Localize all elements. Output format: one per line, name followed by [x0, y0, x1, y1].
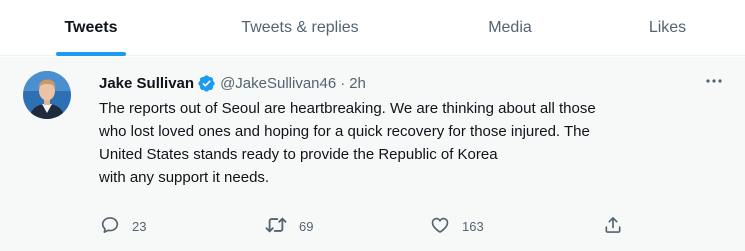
more-options-icon[interactable]: [700, 71, 728, 91]
tweet-text-line: The reports out of Seoul are heartbreaki…: [99, 100, 596, 117]
retweet-button[interactable]: 69: [265, 216, 313, 236]
share-icon: [603, 215, 623, 238]
tweet-text: The reports out of Seoul are heartbreaki…: [99, 97, 729, 189]
tab-tweets-label: Tweets: [64, 19, 118, 36]
verified-badge-icon: [197, 74, 216, 93]
avatar[interactable]: [23, 71, 71, 119]
tweet-text-line: who lost loved ones and hoping for a qui…: [99, 123, 590, 140]
tweet-timestamp[interactable]: 2h: [349, 75, 366, 92]
tweet-text-line: United States stands ready to provide th…: [99, 146, 498, 163]
tweet-header: Jake Sullivan @JakeSullivan46 · 2h: [99, 73, 366, 93]
avatar-image: [23, 71, 71, 119]
tab-likes[interactable]: Likes: [620, 0, 715, 56]
like-icon: [430, 215, 450, 238]
tab-likes-label: Likes: [648, 19, 687, 36]
tweet[interactable]: Jake Sullivan @JakeSullivan46 · 2h The r…: [0, 57, 745, 251]
retweet-icon: [265, 215, 287, 238]
profile-tabs: Tweets Tweets & replies Media Likes: [0, 0, 745, 56]
like-count: 163: [462, 218, 484, 234]
tab-media-label: Media: [488, 19, 532, 36]
like-button[interactable]: 163: [430, 216, 484, 236]
tab-media[interactable]: Media: [455, 0, 565, 56]
author-name[interactable]: Jake Sullivan: [99, 75, 194, 92]
tab-tweets-and-replies[interactable]: Tweets & replies: [210, 0, 390, 56]
active-tab-indicator: [56, 52, 126, 56]
reply-count: 23: [132, 218, 147, 234]
reply-button[interactable]: 23: [100, 216, 146, 236]
share-button[interactable]: [603, 216, 623, 236]
retweet-count: 69: [299, 218, 314, 234]
author-handle[interactable]: @JakeSullivan46: [220, 75, 336, 92]
tweet-text-line: with any support it needs.: [99, 169, 270, 186]
tab-tweets[interactable]: Tweets: [30, 0, 152, 56]
tab-tweets-and-replies-label: Tweets & replies: [241, 19, 359, 36]
header-separator: ·: [340, 74, 346, 92]
reply-icon: [100, 215, 120, 238]
